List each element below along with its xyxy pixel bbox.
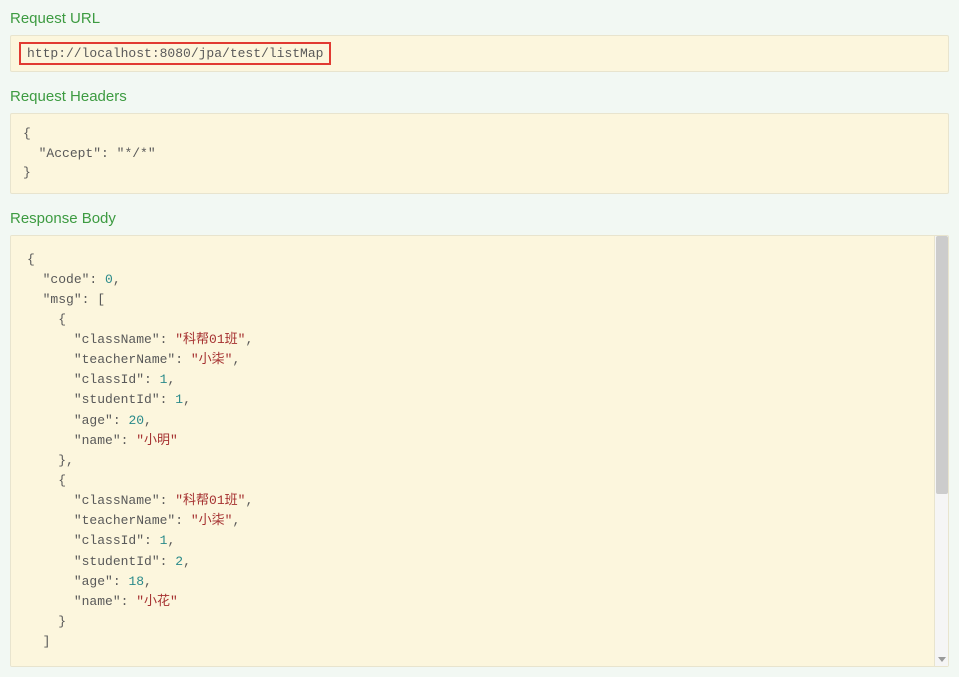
response-body-box[interactable]: { "code": 0, "msg": [ { "className": "科帮… bbox=[10, 235, 949, 667]
scrollbar-thumb[interactable] bbox=[936, 236, 948, 494]
request-headers-section: Request Headers { "Accept": "*/*" } bbox=[10, 88, 949, 194]
request-url-title: Request URL bbox=[10, 10, 949, 27]
response-body-content: { "code": 0, "msg": [ { "className": "科帮… bbox=[27, 250, 932, 653]
response-body-title: Response Body bbox=[10, 210, 949, 227]
response-body-section: Response Body { "code": 0, "msg": [ { "c… bbox=[10, 210, 949, 667]
request-url-box: http://localhost:8080/jpa/test/listMap bbox=[10, 35, 949, 72]
scrollbar[interactable] bbox=[934, 236, 948, 666]
request-headers-title: Request Headers bbox=[10, 88, 949, 105]
request-url-section: Request URL http://localhost:8080/jpa/te… bbox=[10, 10, 949, 72]
request-headers-content: { "Accept": "*/*" } bbox=[23, 124, 936, 183]
request-headers-box: { "Accept": "*/*" } bbox=[10, 113, 949, 194]
scrollbar-down-icon[interactable] bbox=[938, 657, 946, 662]
request-url-value[interactable]: http://localhost:8080/jpa/test/listMap bbox=[19, 42, 331, 65]
